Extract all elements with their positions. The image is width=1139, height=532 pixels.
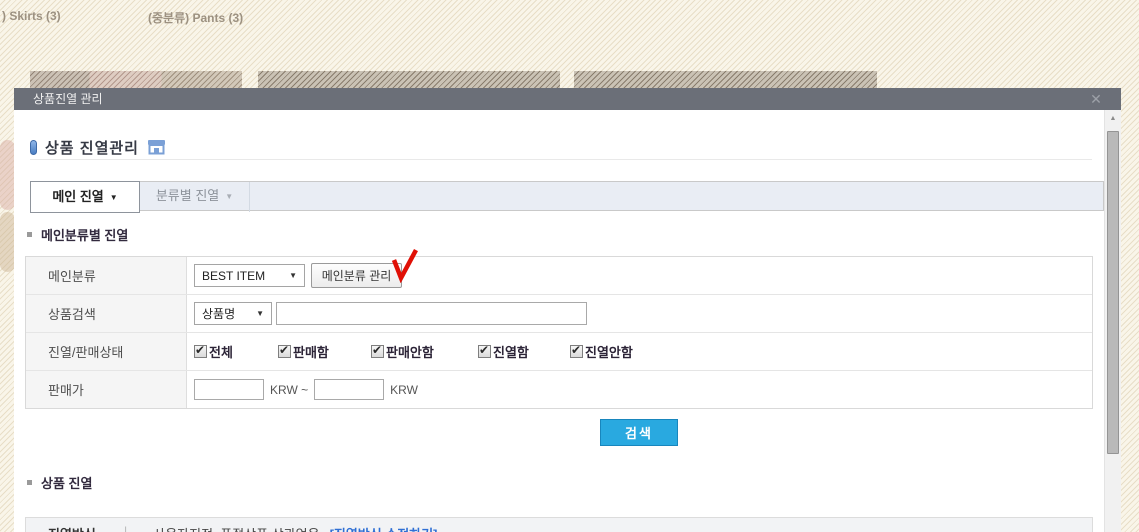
section-bullet-icon — [27, 232, 32, 237]
row-label: 상품검색 — [26, 295, 187, 332]
separator: | — [124, 524, 127, 532]
checkbox-on-sale[interactable]: ✔ 판매함 — [278, 342, 329, 361]
page-title: 상품 진열관리 — [45, 137, 139, 158]
row-status: 진열/판매상태 ✔ 전체 ✔ 판매함 ✔ 판매안함 ✔ — [26, 333, 1092, 371]
select-arrow-icon: ▼ — [289, 271, 297, 280]
scrollbar-thumb[interactable] — [1107, 131, 1119, 454]
tab-category-display[interactable]: 분류별 진열 ▼ — [140, 182, 250, 212]
checkbox-icon: ✔ — [478, 345, 491, 358]
divider — [30, 159, 1092, 160]
checkbox-icon: ✔ — [194, 345, 207, 358]
modal-titlebar: 상품진열 관리 ✕ — [14, 88, 1121, 110]
price-min-input[interactable] — [194, 379, 264, 400]
check-icon: ✔ — [479, 343, 489, 357]
display-method-label: 진열방식 — [48, 524, 96, 532]
check-icon: ✔ — [571, 343, 581, 357]
section-title: 상품 진열 — [41, 473, 92, 492]
currency-label: KRW — [390, 383, 418, 397]
checkbox-not-on-sale[interactable]: ✔ 판매안함 — [371, 342, 434, 361]
checkbox-icon: ✔ — [570, 345, 583, 358]
tab-label: 분류별 진열 — [156, 188, 219, 203]
title-bullet-icon — [30, 140, 37, 155]
section-title: 메인분류별 진열 — [41, 225, 128, 244]
price-max-input[interactable] — [314, 379, 384, 400]
tab-label: 메인 진열 — [52, 189, 103, 204]
checkbox-not-displayed[interactable]: ✔ 진열안함 — [570, 342, 633, 361]
select-arrow-icon: ▼ — [256, 309, 264, 318]
row-content: ✔ 전체 ✔ 판매함 ✔ 판매안함 ✔ 진열함 — [187, 333, 1092, 370]
tab-bar: 메인 진열 ▼ 분류별 진열 ▼ — [30, 181, 1104, 211]
display-method-box: 진열방식 | 사용자지정, 품절상품 상관없음 [진열방식 수정하기] — [25, 517, 1093, 532]
row-product-search: 상품검색 상품명 ▼ — [26, 295, 1092, 333]
section-header-display: 상품 진열 — [27, 473, 92, 492]
red-checkmark-annotation — [390, 247, 420, 283]
category-label-skirts[interactable]: ) Skirts (3) — [2, 9, 61, 23]
row-label: 판매가 — [26, 371, 187, 408]
row-content: BEST ITEM ▼ 메인분류 관리 — [187, 257, 1092, 294]
background-photo — [0, 212, 15, 272]
check-icon: ✔ — [372, 343, 382, 357]
close-icon[interactable]: ✕ — [1085, 88, 1107, 110]
search-field-select[interactable]: 상품명 ▼ — [194, 302, 272, 325]
selected-value: BEST ITEM — [202, 269, 265, 283]
section-header-filter: 메인분류별 진열 — [27, 225, 128, 244]
chevron-down-icon: ▼ — [110, 193, 118, 202]
row-content: KRW ~ KRW — [187, 371, 1092, 408]
manage-main-category-button[interactable]: 메인분류 관리 — [311, 263, 402, 288]
section-bullet-icon — [27, 480, 32, 485]
edit-display-method-link[interactable]: [진열방식 수정하기] — [330, 524, 438, 532]
row-label: 진열/판매상태 — [26, 333, 187, 370]
modal-scrollbar[interactable]: ▲ — [1104, 110, 1121, 532]
checkbox-icon: ✔ — [278, 345, 291, 358]
filter-form-table: 메인분류 BEST ITEM ▼ 메인분류 관리 상품검색 상품명 ▼ — [25, 256, 1093, 409]
checkbox-icon: ✔ — [371, 345, 384, 358]
background-photo — [0, 140, 15, 210]
main-category-select[interactable]: BEST ITEM ▼ — [194, 264, 305, 287]
keyword-input[interactable] — [276, 302, 587, 325]
row-content: 상품명 ▼ — [187, 295, 1092, 332]
modal-body: 상품 진열관리 메인 진열 ▼ 분류별 진열 ▼ 메인분류별 진열 메인분류 — [14, 110, 1104, 532]
chevron-down-icon: ▼ — [225, 192, 233, 201]
product-display-modal: 상품진열 관리 ✕ 상품 진열관리 메인 진열 ▼ 분류별 진열 ▼ 메인분류별 진… — [14, 88, 1121, 532]
row-label: 메인분류 — [26, 257, 187, 294]
check-icon: ✔ — [195, 343, 205, 357]
store-icon — [147, 139, 166, 155]
modal-title: 상품진열 관리 — [33, 92, 103, 106]
currency: KRW — [270, 383, 298, 397]
row-price: 판매가 KRW ~ KRW — [26, 371, 1092, 408]
checkbox-label: 진열안함 — [585, 342, 633, 361]
selected-value: 상품명 — [202, 305, 235, 322]
checkbox-label: 진열함 — [493, 342, 529, 361]
check-icon: ✔ — [279, 343, 289, 357]
scroll-up-arrow-icon[interactable]: ▲ — [1105, 110, 1121, 127]
search-button[interactable]: 검색 — [600, 419, 678, 446]
page-title-row: 상품 진열관리 — [30, 137, 166, 157]
currency-range-label: KRW ~ — [270, 383, 308, 397]
checkbox-label: 판매안함 — [386, 342, 434, 361]
range-symbol: ~ — [301, 383, 308, 397]
category-label-pants[interactable]: (중분류) Pants (3) — [148, 9, 243, 26]
checkbox-displayed[interactable]: ✔ 진열함 — [478, 342, 529, 361]
tab-main-display[interactable]: 메인 진열 ▼ — [30, 181, 140, 213]
checkbox-label: 전체 — [209, 342, 233, 361]
checkbox-label: 판매함 — [293, 342, 329, 361]
display-method-value: 사용자지정, 품절상품 상관없음 — [153, 524, 319, 532]
row-main-category: 메인분류 BEST ITEM ▼ 메인분류 관리 — [26, 257, 1092, 295]
checkbox-all[interactable]: ✔ 전체 — [194, 342, 233, 361]
